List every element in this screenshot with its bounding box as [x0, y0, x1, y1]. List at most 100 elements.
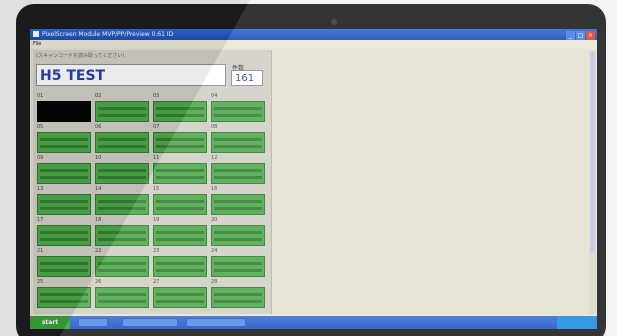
cell-05[interactable]: 05	[37, 124, 91, 155]
cell-13[interactable]: 13	[37, 186, 91, 217]
cell-11[interactable]: 11	[153, 155, 207, 186]
start-button[interactable]: start	[30, 316, 70, 329]
cell-18[interactable]: 18	[95, 217, 149, 248]
cell-16[interactable]: 16	[211, 186, 265, 217]
cell-indicator	[37, 287, 91, 308]
cell-02[interactable]: 02	[95, 93, 149, 124]
cell-indicator	[37, 256, 91, 277]
cell-readout-line	[40, 176, 88, 179]
cell-readout-line	[156, 169, 204, 172]
cell-tag: 26	[95, 279, 102, 285]
cell-readout-line	[214, 300, 262, 303]
webcam	[331, 19, 337, 25]
cell-10[interactable]: 10	[95, 155, 149, 186]
cell-03[interactable]: 03	[153, 93, 207, 124]
cell-indicator	[153, 287, 207, 308]
cell-26[interactable]: 26	[95, 279, 149, 310]
cell-24[interactable]: 24	[211, 248, 265, 279]
cell-21[interactable]: 21	[37, 248, 91, 279]
cell-readout-line	[156, 300, 204, 303]
taskbar-item[interactable]	[186, 318, 246, 327]
cell-07[interactable]: 07	[153, 124, 207, 155]
cell-09[interactable]: 09	[37, 155, 91, 186]
cell-tag: 19	[153, 217, 160, 223]
cell-tag: 12	[211, 155, 218, 161]
cell-readout-line	[98, 107, 146, 110]
cell-readout-line	[214, 138, 262, 141]
cell-readout-line	[214, 269, 262, 272]
cell-tag: 08	[211, 124, 218, 130]
scrollbar-thumb[interactable]	[590, 52, 595, 252]
cell-tag: 17	[37, 217, 44, 223]
minimize-button[interactable]: _	[566, 31, 575, 40]
cell-12[interactable]: 12	[211, 155, 265, 186]
cell-readout-line	[156, 107, 204, 110]
cell-tag: 21	[37, 248, 44, 254]
cell-tag: 16	[211, 186, 218, 192]
cell-readout-line	[98, 176, 146, 179]
cell-indicator	[95, 132, 149, 153]
cell-indicator	[95, 194, 149, 215]
cell-readout-line	[98, 207, 146, 210]
cell-22[interactable]: 22	[95, 248, 149, 279]
cell-indicator	[37, 132, 91, 153]
window-titlebar: PixelScreen Module MVP/PP/Preview 0.61 I…	[30, 29, 597, 40]
maximize-button[interactable]: □	[576, 31, 585, 40]
cell-tag: 23	[153, 248, 160, 254]
cell-01[interactable]: 01	[37, 93, 91, 124]
taskbar-item[interactable]	[122, 318, 178, 327]
cell-tag: 13	[37, 186, 44, 192]
label-input[interactable]: H5 TEST	[36, 64, 226, 86]
cell-17[interactable]: 17	[37, 217, 91, 248]
cell-14[interactable]: 14	[95, 186, 149, 217]
cell-tag: 01	[37, 93, 44, 99]
cell-tag: 11	[153, 155, 160, 161]
cell-25[interactable]: 25	[37, 279, 91, 310]
cell-readout-line	[40, 269, 88, 272]
cell-readout-line	[214, 207, 262, 210]
cell-readout-line	[98, 262, 146, 265]
cell-readout-line	[214, 114, 262, 117]
window-title: PixelScreen Module MVP/PP/Preview 0.61 I…	[42, 31, 174, 38]
menu-file[interactable]: File	[33, 41, 41, 47]
cell-indicator	[211, 101, 265, 122]
cell-readout-line	[40, 293, 88, 296]
cell-indicator	[153, 101, 207, 122]
taskbar-item[interactable]	[78, 318, 108, 327]
cell-06[interactable]: 06	[95, 124, 149, 155]
cell-indicator	[95, 256, 149, 277]
count-field[interactable]: 161	[231, 70, 263, 86]
cell-tag: 14	[95, 186, 102, 192]
cell-readout-line	[40, 200, 88, 203]
cell-indicator	[153, 256, 207, 277]
cell-readout-line	[40, 300, 88, 303]
cell-23[interactable]: 23	[153, 248, 207, 279]
cell-indicator	[153, 132, 207, 153]
cell-08[interactable]: 08	[211, 124, 265, 155]
cell-readout-line	[40, 145, 88, 148]
cell-tag: 27	[153, 279, 160, 285]
cell-tag: 02	[95, 93, 102, 99]
cell-readout-line	[214, 169, 262, 172]
cell-readout-line	[156, 293, 204, 296]
cell-readout-line	[98, 114, 146, 117]
cell-indicator	[211, 287, 265, 308]
scan-panel: (スキャンコードを読み取ってください) H5 TEST 件数 161 01 02 0…	[33, 50, 272, 314]
cell-15[interactable]: 15	[153, 186, 207, 217]
cell-indicator	[37, 163, 91, 184]
cell-19[interactable]: 19	[153, 217, 207, 248]
cell-indicator	[37, 225, 91, 246]
cell-27[interactable]: 27	[153, 279, 207, 310]
vertical-scrollbar[interactable]	[589, 50, 596, 314]
cell-28[interactable]: 28	[211, 279, 265, 310]
close-button[interactable]: ×	[586, 31, 595, 40]
cell-tag: 06	[95, 124, 102, 130]
cell-readout-line	[156, 176, 204, 179]
system-tray	[557, 316, 597, 329]
cell-indicator	[211, 132, 265, 153]
cell-04[interactable]: 04	[211, 93, 265, 124]
cell-tag: 28	[211, 279, 218, 285]
cell-indicator	[211, 194, 265, 215]
cell-readout-line	[156, 262, 204, 265]
cell-20[interactable]: 20	[211, 217, 265, 248]
